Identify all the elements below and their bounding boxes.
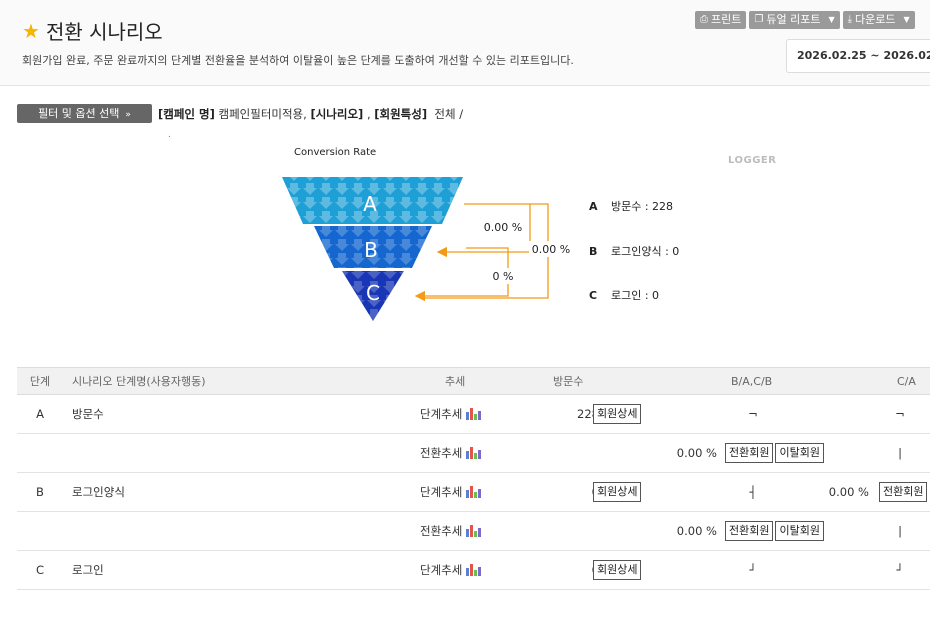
member-detail-button[interactable]: 회원상세 [593, 482, 642, 502]
bar-chart-icon [466, 447, 482, 459]
converted-members-button[interactable]: 전환회원 [725, 443, 774, 463]
conversion-trend-link[interactable]: 전환추세 [420, 434, 482, 472]
page-description: 회원가입 완료, 주문 완료까지의 단계별 전환율을 분석하여 이탈율이 높은 … [22, 54, 574, 67]
col-ca: C/A [897, 374, 916, 388]
step-trend-link[interactable]: 단계추세 [420, 395, 482, 433]
legend-item-b: B 로그인양식 : 0 [589, 245, 680, 258]
legend-item-a: A 방문수 : 228 [589, 200, 674, 213]
chevron-down-icon: ▼ [903, 15, 910, 24]
dual-report-button[interactable]: ❐ 듀얼 리포트 ▼ [749, 11, 840, 29]
double-chevron-down-icon: » [125, 110, 131, 120]
funnel-letter-c: C [366, 281, 380, 305]
table-row: B 로그인양식 단계추세 0 회원상세 ┤ 0.00 % 전환회원 [17, 473, 930, 512]
table-row: C 로그인 단계추세 0 회원상세 ┘ ┘ [17, 551, 930, 590]
scenario-label: [시나리오] [310, 106, 364, 121]
table-row: 전환추세 0.00 % 전환회원 이탈회원 | [17, 434, 930, 473]
legend-item-c: C 로그인 : 0 [589, 289, 660, 302]
filter-dot: . [168, 130, 171, 140]
col-trend: 추세 [445, 375, 466, 388]
page-title: ★ 전환 시나리오 [22, 16, 163, 45]
funnel-svg: A B C 0.00 % 0 % 0.00 % [282, 177, 573, 321]
rate-ac-label: 0.00 % [532, 243, 570, 256]
filter-summary: 필터 및 옵션 선택» [캠페인 명] 캠페인필터미적용, [시나리오] , [… [17, 104, 463, 123]
col-name: 시나리오 단계명(사용자행동) [72, 375, 206, 388]
campaign-label: [캠페인 명] [158, 106, 215, 121]
conversion-funnel-chart: Conversion Rate LOGGER A B C 0.00 % 0 % … [270, 140, 830, 340]
chevron-down-icon: ▼ [828, 15, 835, 24]
filter-separator: , [366, 106, 371, 121]
member-detail-button[interactable]: 회원상세 [593, 404, 642, 424]
member-value: 전체 / [434, 106, 464, 121]
col-step: 단계 [29, 375, 51, 388]
print-button[interactable]: ⎙ 프린트 [695, 11, 747, 29]
star-icon[interactable]: ★ [22, 19, 40, 43]
rate-ab-label: 0.00 % [484, 221, 522, 234]
funnel-letter-b: B [364, 238, 378, 262]
bar-chart-icon [466, 486, 482, 498]
dual-window-icon: ❐ [754, 14, 764, 25]
printer-icon: ⎙ [700, 14, 708, 25]
table-row: A 방문수 단계추세 228 회원상세 ¬ ¬ [17, 395, 930, 434]
bar-chart-icon [466, 564, 482, 576]
conversion-trend-link[interactable]: 전환추세 [420, 512, 482, 550]
table-row: 전환추세 0.00 % 전환회원 이탈회원 | [17, 512, 930, 551]
table-header: 단계 시나리오 단계명(사용자행동) 추세 방문수 B/A,C/B C/A [17, 367, 930, 395]
step-trend-link[interactable]: 단계추세 [420, 551, 482, 589]
report-header: ★ 전환 시나리오 회원가입 완료, 주문 완료까지의 단계별 전환율을 분석하… [0, 0, 930, 86]
member-label: [회원특성] [374, 106, 428, 121]
top-toolbar: ⎙ 프린트 ❐ 듀얼 리포트 ▼ ⤓ 다운로드 ▼ [695, 11, 915, 29]
col-visits: 방문수 [553, 375, 584, 388]
converted-members-button[interactable]: 전환회원 [879, 482, 928, 502]
churned-members-button[interactable]: 이탈회원 [775, 521, 824, 541]
member-detail-button[interactable]: 회원상세 [593, 560, 642, 580]
scenario-table: 단계 시나리오 단계명(사용자행동) 추세 방문수 B/A,C/B C/A A … [17, 367, 930, 590]
rate-bc-label: 0 % [493, 270, 514, 283]
campaign-value: 캠페인필터미적용, [218, 106, 307, 121]
page-title-text: 전환 시나리오 [45, 20, 163, 44]
step-trend-link[interactable]: 단계추세 [420, 473, 482, 511]
bar-chart-icon [466, 525, 482, 537]
download-button[interactable]: ⤓ 다운로드 ▼ [842, 11, 915, 29]
churned-members-button[interactable]: 이탈회원 [775, 443, 824, 463]
bar-chart-icon [466, 408, 482, 420]
download-icon: ⤓ [847, 14, 853, 25]
funnel-letter-a: A [363, 192, 377, 216]
col-ba: B/A,C/B [731, 374, 773, 388]
filter-options-button[interactable]: 필터 및 옵션 선택» [17, 104, 152, 123]
date-range-picker[interactable]: 2026.02.25 ~ 2026.02.25 [786, 39, 930, 73]
converted-members-button[interactable]: 전환회원 [725, 521, 774, 541]
